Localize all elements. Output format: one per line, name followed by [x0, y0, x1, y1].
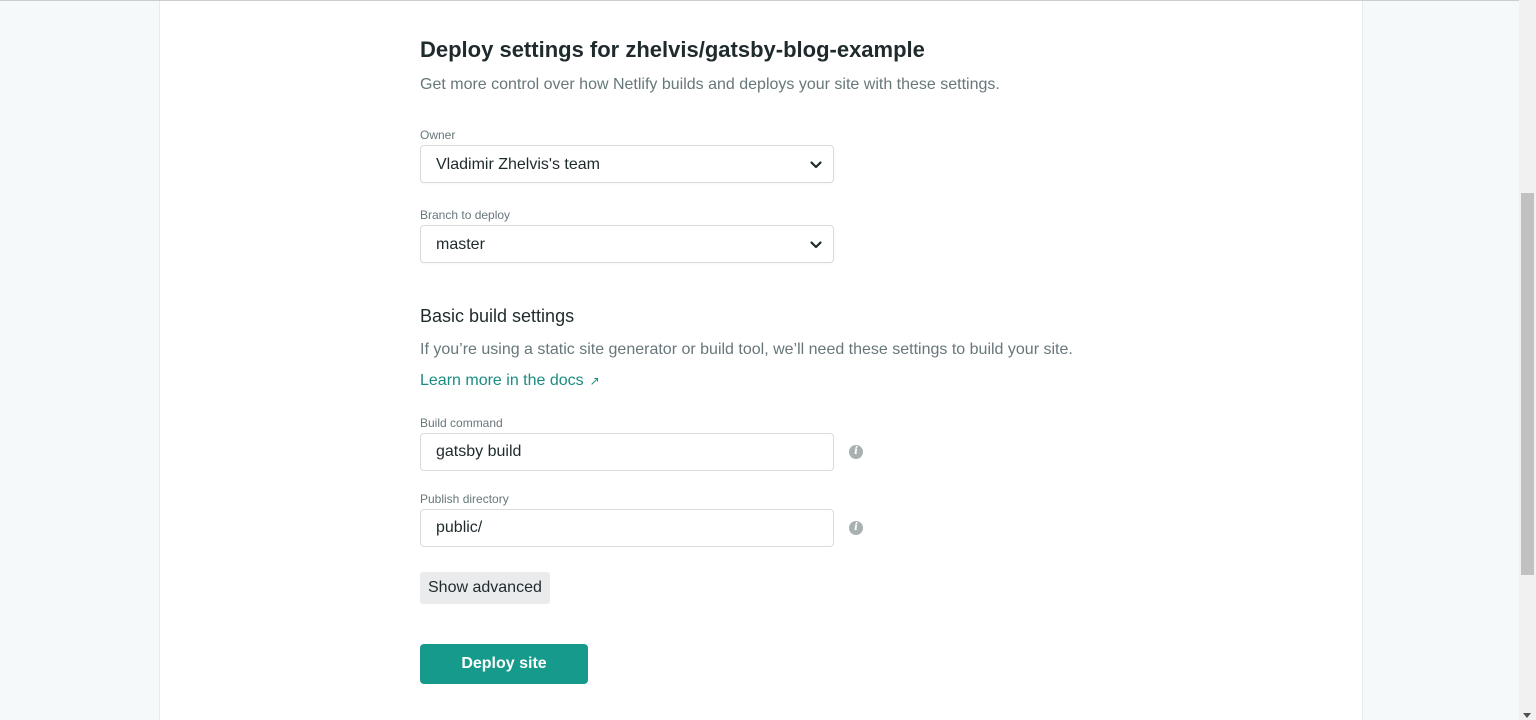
- branch-select-value: master: [436, 236, 485, 253]
- build-command-input[interactable]: [420, 433, 834, 471]
- chevron-down-icon: [810, 161, 822, 169]
- scrollbar-thumb[interactable]: [1521, 193, 1534, 575]
- build-command-label: Build command: [420, 416, 503, 430]
- deploy-site-button[interactable]: Deploy site: [420, 644, 588, 684]
- publish-directory-label: Publish directory: [420, 492, 509, 506]
- docs-link[interactable]: Learn more in the docs ↗: [420, 372, 600, 390]
- chevron-down-icon: [810, 241, 822, 249]
- docs-link-label: Learn more in the docs: [420, 372, 584, 389]
- show-advanced-button[interactable]: Show advanced: [420, 572, 550, 604]
- publish-directory-input[interactable]: [420, 509, 834, 547]
- build-settings-heading: Basic build settings: [420, 306, 575, 326]
- branch-label: Branch to deploy: [420, 208, 511, 222]
- page-title: Deploy settings for zhelvis/gatsby-blog-…: [420, 37, 925, 62]
- info-icon[interactable]: i: [849, 445, 863, 459]
- external-link-icon: ↗: [589, 374, 600, 388]
- build-settings-description: If you’re using a static site generator …: [420, 341, 1073, 358]
- owner-select[interactable]: Vladimir Zhelvis's team: [420, 145, 834, 183]
- owner-label: Owner: [420, 128, 456, 142]
- info-icon[interactable]: i: [849, 521, 863, 535]
- vertical-scrollbar[interactable]: [1519, 0, 1536, 720]
- owner-select-value: Vladimir Zhelvis's team: [436, 156, 600, 173]
- branch-select[interactable]: master: [420, 225, 834, 263]
- main-panel: Deploy settings for zhelvis/gatsby-blog-…: [159, 1, 1363, 720]
- scroll-down-arrow-icon[interactable]: [1523, 713, 1531, 718]
- page-subtitle: Get more control over how Netlify builds…: [420, 76, 1000, 93]
